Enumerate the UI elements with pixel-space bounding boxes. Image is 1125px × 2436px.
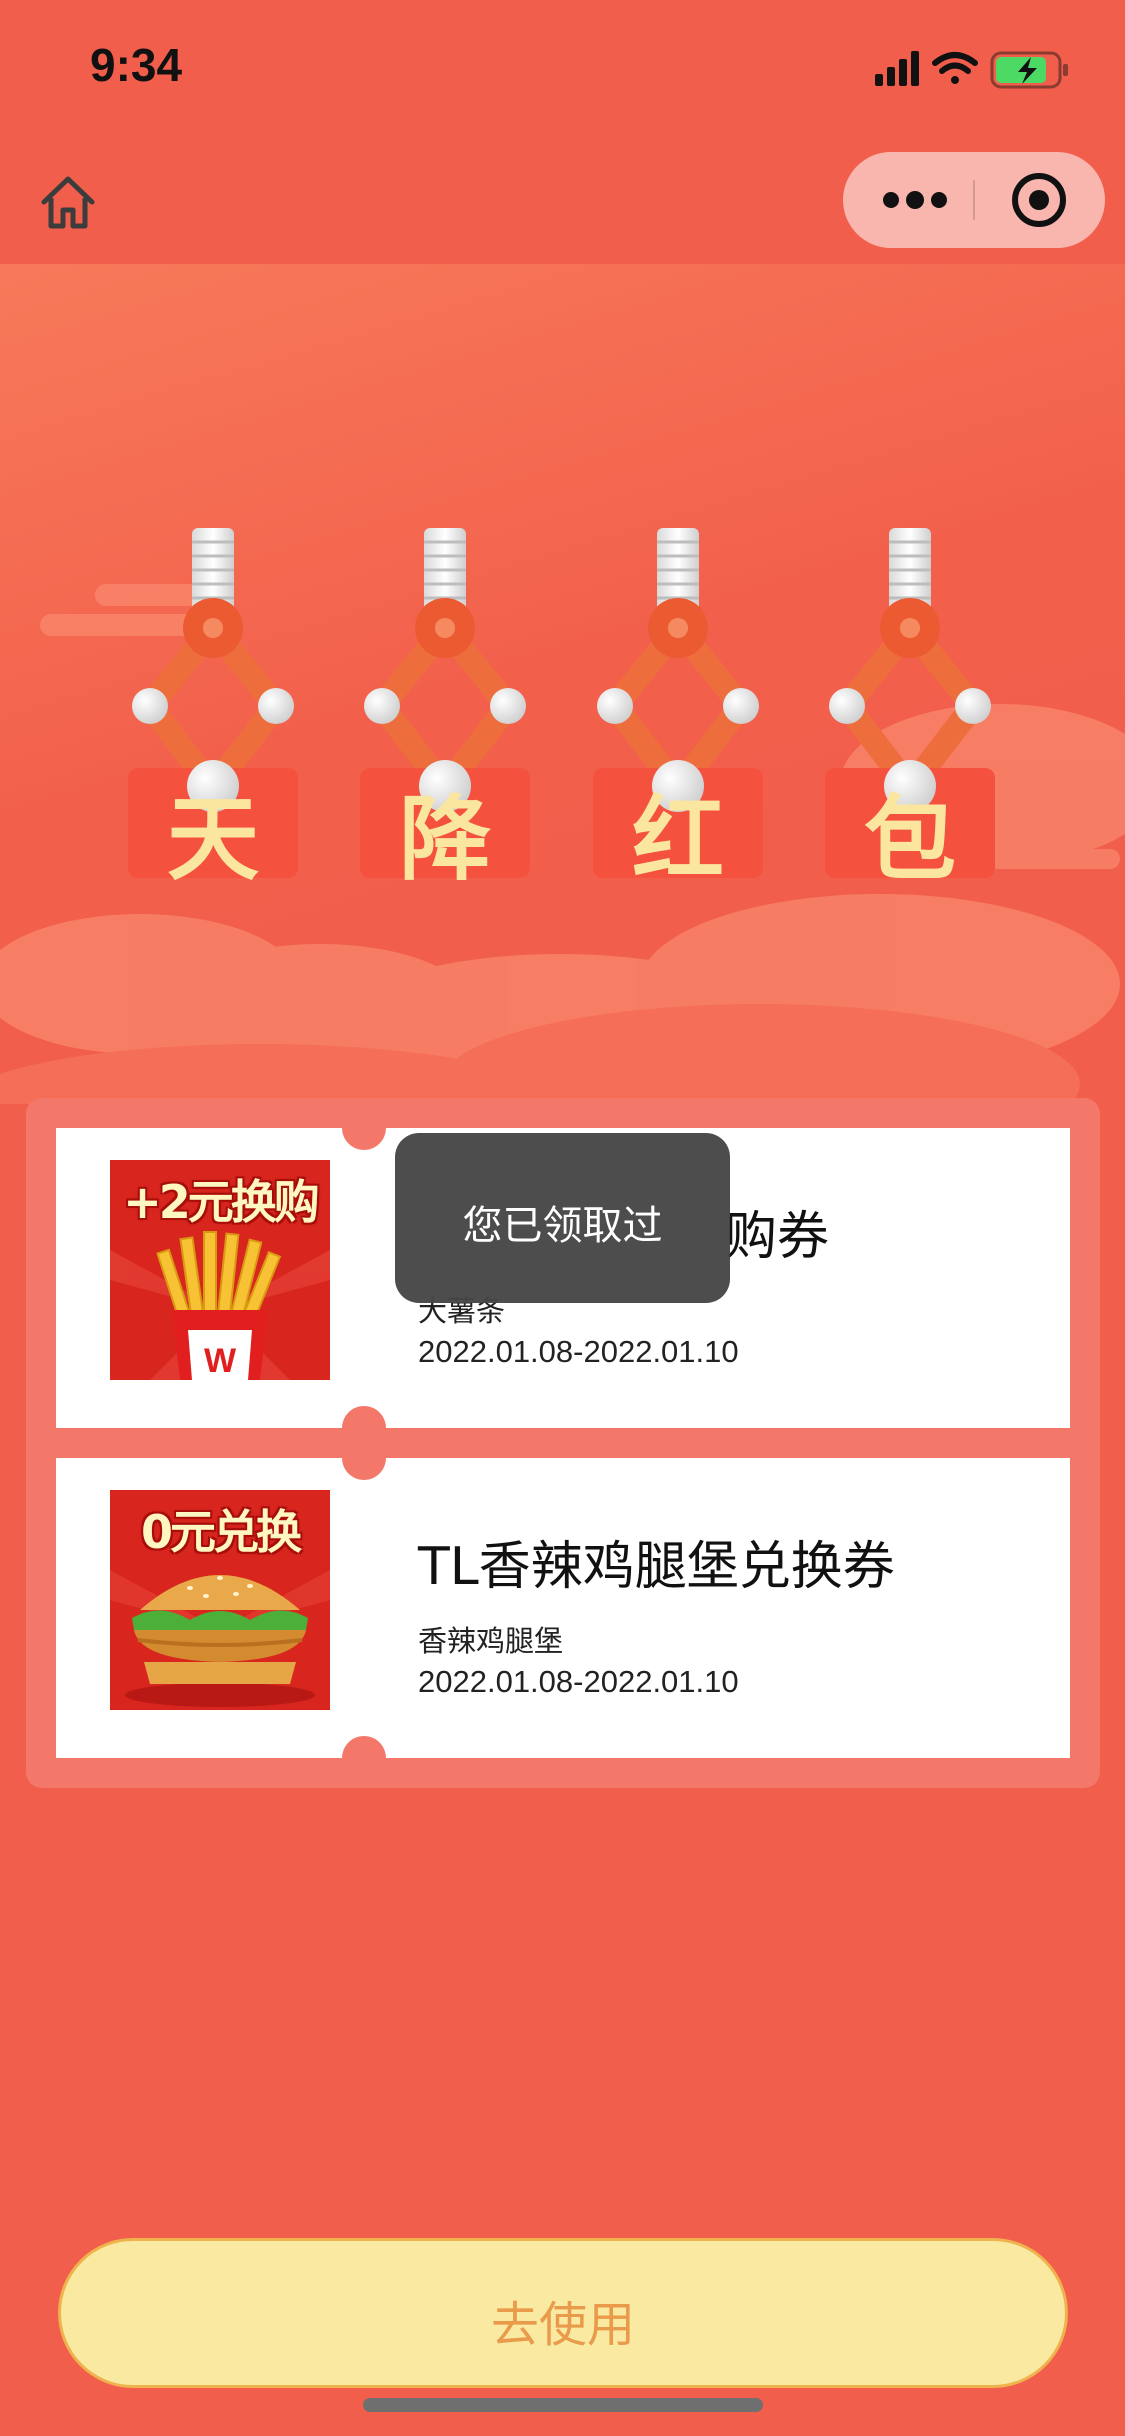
mini-program-nav <box>0 140 1125 264</box>
burger-image-label: 0元兑换 <box>140 1505 302 1559</box>
coupon-validity: 2022.01.08-2022.01.10 <box>418 1664 739 1699</box>
home-icon <box>41 176 95 229</box>
use-button[interactable]: 去使用 <box>58 2238 1068 2388</box>
coupon-notch <box>342 1106 386 1150</box>
envelope-claw-3: 红 <box>593 528 763 893</box>
envelope-claw-2: 降 <box>360 528 530 893</box>
wifi-icon <box>932 52 978 84</box>
close-button[interactable] <box>989 152 1089 248</box>
coupon-subtitle: 香辣鸡腿堡 <box>418 1624 564 1658</box>
status-time: 9:34 <box>90 39 183 91</box>
banner-char-3: 红 <box>631 786 724 893</box>
more-dots-icon <box>883 191 947 209</box>
home-button[interactable] <box>36 170 100 234</box>
red-envelope-banner: 天 降 红 包 <box>0 264 1125 1164</box>
banner-char-1: 天 <box>166 786 259 893</box>
svg-text:W: W <box>204 1342 237 1380</box>
toast-text: 您已领取过 <box>462 1203 663 1249</box>
coupon-notch <box>342 1436 386 1480</box>
envelope-claw-1: 天 <box>128 528 298 893</box>
coupon-title: 购券 <box>725 1207 830 1267</box>
target-close-icon <box>1012 173 1066 227</box>
home-indicator <box>363 2398 763 2412</box>
capsule-menu <box>843 152 1105 248</box>
status-icons <box>875 48 1085 89</box>
fries-image-label: +2元换购 <box>123 1175 320 1229</box>
fries-image: W +2元换购 <box>110 1160 330 1380</box>
status-bar: 9:34 <box>0 0 1125 140</box>
use-button-label: 去使用 <box>490 2297 635 2353</box>
more-button[interactable] <box>865 152 965 248</box>
battery-charging-icon <box>990 51 1068 89</box>
banner-char-2: 降 <box>398 786 491 893</box>
coupon-card[interactable]: 0元兑换 TL香辣鸡腿堡兑换券 香辣鸡腿堡 2022.01.08-2022.01… <box>56 1436 1070 1780</box>
envelope-claw-4: 包 <box>825 528 995 893</box>
coupon-title: TL香辣鸡腿堡兑换券 <box>418 1537 895 1597</box>
capsule-divider <box>973 180 975 220</box>
burger-image: 0元兑换 <box>110 1490 330 1710</box>
coupon-validity: 2022.01.08-2022.01.10 <box>418 1334 739 1369</box>
coupon-notch <box>342 1736 386 1780</box>
banner-char-4: 包 <box>863 786 956 893</box>
signal-icon <box>875 51 919 86</box>
toast-message: 您已领取过 <box>395 1133 730 1303</box>
